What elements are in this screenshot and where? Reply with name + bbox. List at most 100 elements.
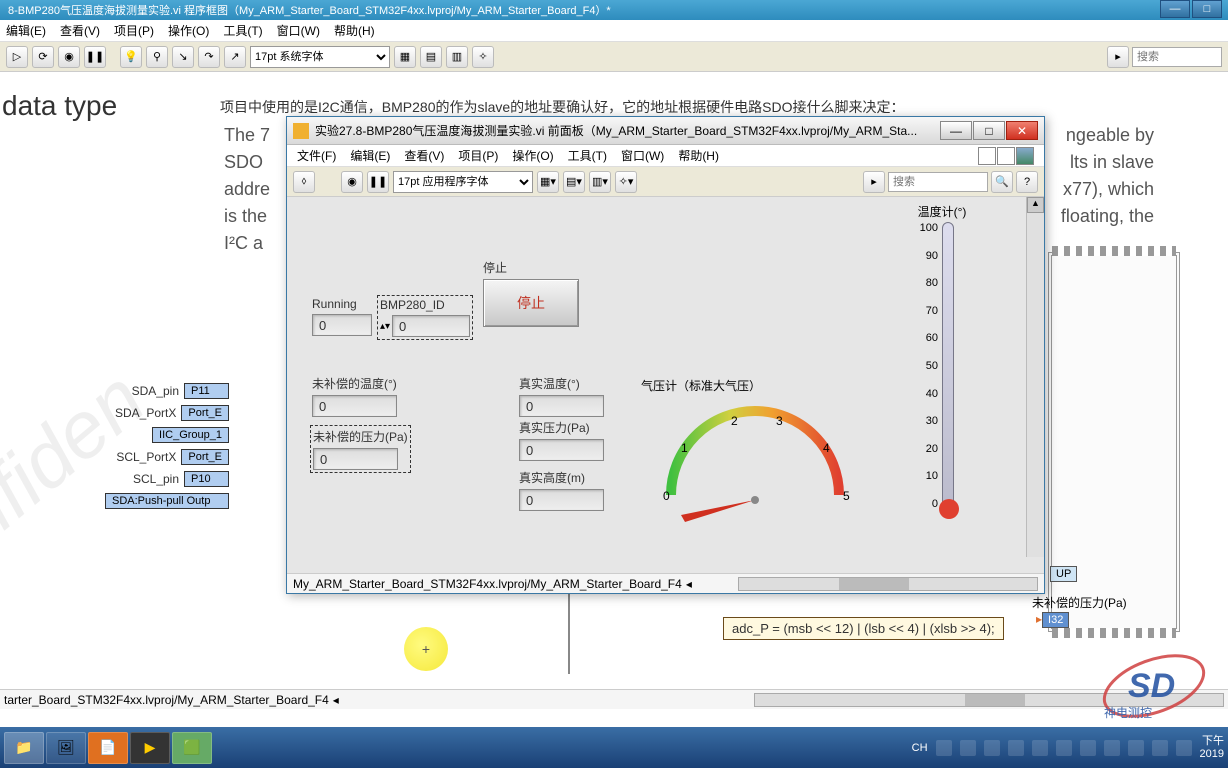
stop-label: 停止 <box>483 259 579 276</box>
uncomp-press-indicator: 未补偿的压力(Pa) 0 <box>310 425 411 473</box>
taskbar-pdf[interactable]: 📄 <box>88 732 128 764</box>
tray-icon[interactable] <box>1104 740 1120 756</box>
fp-search-input[interactable] <box>888 172 988 192</box>
taskbar-app-5[interactable]: 🟩 <box>172 732 212 764</box>
fp-pause-button[interactable]: ❚❚ <box>367 171 389 193</box>
step-into-button[interactable]: ↘ <box>172 46 194 68</box>
distribute-button[interactable]: ▤ <box>420 46 442 68</box>
fp-maximize-button[interactable]: □ <box>973 121 1005 140</box>
const-sda-mode: SDA:Push-pull Outp <box>100 490 229 512</box>
uncomp-pressure-label: 未补偿的压力(Pa) <box>1032 594 1127 611</box>
tray-icon[interactable] <box>1056 740 1072 756</box>
fp-minimize-button[interactable]: — <box>940 121 972 140</box>
fp-window-title: 实验27.8-BMP280气压温度海拔测量实验.vi 前面板（My_ARM_St… <box>315 122 917 139</box>
retain-wire-button[interactable]: ⚲ <box>146 46 168 68</box>
run-cont-button[interactable]: ⟳ <box>32 46 54 68</box>
bg-menu-edit[interactable]: 编辑(E) <box>6 22 46 39</box>
bg-menu-tools[interactable]: 工具(T) <box>223 22 262 39</box>
tray-icon[interactable] <box>960 740 976 756</box>
step-over-button[interactable]: ↷ <box>198 46 220 68</box>
bg-menu-view[interactable]: 查看(V) <box>60 22 100 39</box>
stop-button[interactable]: 停止 <box>483 279 579 327</box>
tray-icon[interactable] <box>1128 740 1144 756</box>
fp-menu-bar: 文件(F) 编辑(E) 查看(V) 项目(P) 操作(O) 工具(T) 窗口(W… <box>287 145 1044 167</box>
fp-menu-project[interactable]: 项目(P) <box>458 147 498 164</box>
reorder-button[interactable]: ▥ <box>446 46 468 68</box>
tray-date[interactable]: 2019 <box>1200 748 1224 760</box>
abort-button[interactable]: ◉ <box>58 46 80 68</box>
fp-reorder-button[interactable]: ✧▾ <box>615 171 637 193</box>
bg-project-path[interactable]: tarter_Board_STM32F4xx.lvproj/My_ARM_Sta… <box>4 693 329 707</box>
fp-menu-edit[interactable]: 编辑(E) <box>350 147 390 164</box>
fp-project-path[interactable]: My_ARM_Starter_Board_STM32F4xx.lvproj/My… <box>293 577 682 591</box>
tray-icon[interactable] <box>936 740 952 756</box>
thermometer[interactable]: 温度计(°) 10090 8070 6050 4030 2010 0 <box>912 203 972 510</box>
fp-status-bar: My_ARM_Starter_Board_STM32F4xx.lvproj/My… <box>287 573 1044 593</box>
windows-taskbar[interactable]: 📁 🖼 📄 ▶ 🟩 CH 下午 2019 <box>0 727 1228 768</box>
tray-icon[interactable] <box>1176 740 1192 756</box>
bg-search-input[interactable] <box>1132 47 1222 67</box>
fp-distribute-button[interactable]: ▤▾ <box>563 171 585 193</box>
fp-close-button[interactable]: ✕ <box>1006 121 1038 140</box>
pressure-gauge[interactable]: 气压计（标准大气压） 0 1 2 3 4 5 <box>641 377 869 540</box>
align-button[interactable]: ▦ <box>394 46 416 68</box>
run-button[interactable]: ▷ <box>6 46 28 68</box>
fp-font-selector[interactable]: 17pt 应用程序字体 <box>393 171 533 193</box>
fp-run-button[interactable]: ⬨ <box>293 171 315 193</box>
description-paragraph: 项目中使用的是I2C通信，BMP280的作为slave的地址要确认好，它的地址根… <box>220 97 905 117</box>
fp-menu-view[interactable]: 查看(V) <box>404 147 444 164</box>
fp-search-button[interactable]: 🔍 <box>991 171 1013 193</box>
svg-text:3: 3 <box>776 414 783 428</box>
fp-resize-button[interactable]: ▥▾ <box>589 171 611 193</box>
fp-menu-tools[interactable]: 工具(T) <box>568 147 607 164</box>
bg-maximize-button[interactable]: □ <box>1192 0 1222 18</box>
fp-help-button[interactable]: ? <box>1016 171 1038 193</box>
taskbar-app-2[interactable]: 🖼 <box>46 732 86 764</box>
bg-menu-operate[interactable]: 操作(O) <box>168 22 209 39</box>
bg-menu-window[interactable]: 窗口(W) <box>277 22 320 39</box>
bg-minimize-button[interactable]: — <box>1160 0 1190 18</box>
fp-vertical-scrollbar[interactable]: ▲ <box>1026 197 1044 557</box>
fp-menu-file[interactable]: 文件(F) <box>297 147 336 164</box>
font-selector[interactable]: 17pt 系统字体 <box>250 46 390 68</box>
sd-logo: SD 神电测控 <box>1084 651 1224 721</box>
fp-title-bar[interactable]: 实验27.8-BMP280气压温度海拔测量实验.vi 前面板（My_ARM_St… <box>287 117 1044 145</box>
fp-menu-operate[interactable]: 操作(O) <box>512 147 553 164</box>
fp-menu-window[interactable]: 窗口(W) <box>621 147 664 164</box>
tray-lang[interactable]: CH <box>912 742 928 754</box>
i32-type-indicator: ▸I32 <box>1036 612 1069 626</box>
bg-title-bar[interactable]: 8-BMP280气压温度海拔测量实验.vi 程序框图（My_ARM_Starte… <box>0 0 1228 20</box>
const-scl-pin: SCL_pinP10 <box>100 468 229 490</box>
system-tray[interactable]: CH 下午 2019 <box>912 735 1224 759</box>
tray-icon[interactable] <box>984 740 1000 756</box>
tray-icon[interactable] <box>1152 740 1168 756</box>
fp-menu-help[interactable]: 帮助(H) <box>678 147 719 164</box>
svg-text:4: 4 <box>823 441 830 455</box>
bg-menu-bar: 编辑(E) 查看(V) 项目(P) 操作(O) 工具(T) 窗口(W) 帮助(H… <box>0 20 1228 42</box>
cleanup-button[interactable]: ✧ <box>472 46 494 68</box>
taskbar-labview[interactable]: ▶ <box>130 732 170 764</box>
taskbar-explorer[interactable]: 📁 <box>4 732 44 764</box>
up-node[interactable]: UP <box>1050 566 1077 580</box>
gauge-title: 气压计（标准大气压） <box>641 377 869 394</box>
tray-icon[interactable] <box>1080 740 1096 756</box>
bg-menu-project[interactable]: 项目(P) <box>114 22 154 39</box>
formula-node[interactable]: adc_P = (msb << 12) | (lsb << 4) | (xlsb… <box>723 617 1004 640</box>
const-scl-portx: SCL_PortXPort_E <box>100 446 229 468</box>
step-out-button[interactable]: ↗ <box>224 46 246 68</box>
fp-search-nav-button[interactable]: ▸ <box>863 171 885 193</box>
thermometer-title: 温度计(°) <box>912 203 972 220</box>
pause-button[interactable]: ❚❚ <box>84 46 106 68</box>
fp-horizontal-scrollbar[interactable] <box>738 577 1038 591</box>
tray-icon[interactable] <box>1032 740 1048 756</box>
tray-time[interactable]: 下午 <box>1200 735 1224 747</box>
tray-icon[interactable] <box>1008 740 1024 756</box>
highlight-exec-button[interactable]: 💡 <box>120 46 142 68</box>
connector-pane[interactable] <box>977 147 1034 165</box>
fp-align-button[interactable]: ▦▾ <box>537 171 559 193</box>
svg-text:2: 2 <box>731 414 738 428</box>
front-panel-canvas[interactable]: 停止 停止 Running 0 BMP280_ID ▴▾0 未补偿的温度(°) … <box>287 197 1026 557</box>
bg-menu-help[interactable]: 帮助(H) <box>334 22 375 39</box>
fp-abort-button[interactable]: ◉ <box>341 171 363 193</box>
search-nav-button[interactable]: ▸ <box>1107 46 1129 68</box>
